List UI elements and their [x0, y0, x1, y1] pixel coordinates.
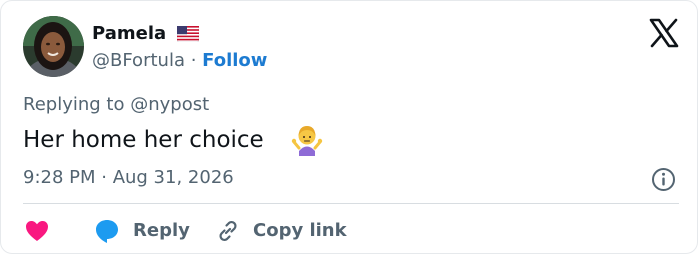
- x-logo-icon[interactable]: [649, 18, 679, 48]
- person-shrugging-icon: [291, 126, 323, 156]
- copy-link-button[interactable]: Copy link: [215, 216, 347, 246]
- us-flag-icon: [177, 26, 199, 42]
- author-handle[interactable]: @BFortula: [92, 50, 185, 71]
- handle-line: @BFortula · Follow: [92, 50, 267, 72]
- heart-icon: [26, 221, 48, 241]
- reply-context: Replying to @nypost: [23, 94, 209, 116]
- divider: [23, 203, 679, 204]
- avatar[interactable]: [23, 16, 84, 77]
- timestamp[interactable]: 9:28 PM · Aug 31, 2026: [23, 167, 234, 189]
- reply-label: Reply: [133, 220, 190, 241]
- link-icon: [219, 220, 237, 242]
- reply-prefix: Replying to: [23, 94, 131, 115]
- reply-button[interactable]: Reply: [93, 216, 190, 246]
- like-button[interactable]: [23, 216, 51, 246]
- speech-bubble-icon: [96, 220, 118, 243]
- copy-link-label: Copy link: [253, 220, 347, 241]
- tweet-text: Her home her choice: [23, 127, 264, 153]
- separator: ·: [184, 50, 203, 71]
- reply-to-handle[interactable]: @nypost: [130, 94, 209, 115]
- follow-button[interactable]: Follow: [202, 50, 267, 71]
- tweet-card: Pamela @BFortula · Follow Replying to @n…: [0, 0, 698, 254]
- avatar-image: [23, 16, 84, 77]
- info-icon[interactable]: [651, 167, 676, 192]
- author-name[interactable]: Pamela: [92, 23, 166, 45]
